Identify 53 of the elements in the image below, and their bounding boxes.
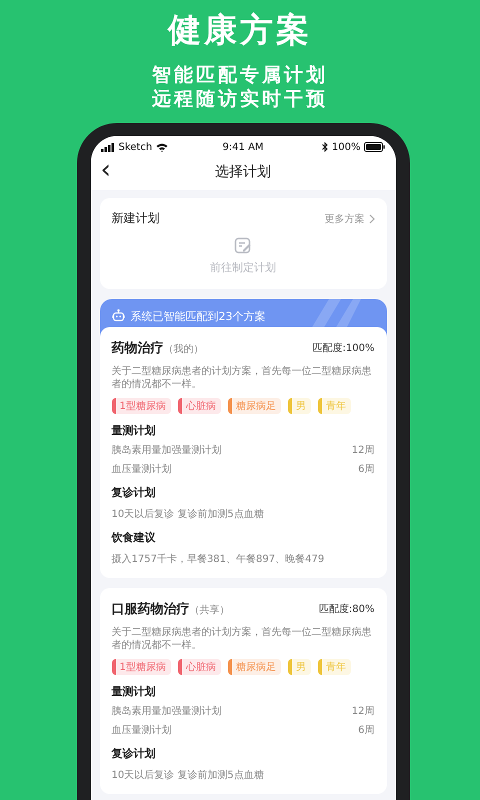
chevron-right-icon xyxy=(368,214,374,224)
tag-label: 男 xyxy=(296,400,306,413)
tag-label: 男 xyxy=(296,661,306,674)
plan-duration: 12周 xyxy=(352,444,374,457)
plan-item: 胰岛素用量加强量测计划 xyxy=(112,444,222,457)
plan-duration: 6周 xyxy=(358,724,374,737)
match-rate: 匹配度:80% xyxy=(318,602,374,616)
tag-label: 心脏病 xyxy=(186,400,216,413)
tag-label: 1型糖尿病 xyxy=(120,400,166,413)
section-title: 饮食建议 xyxy=(112,530,156,545)
plan-title: 口服药物治疗 xyxy=(112,600,190,618)
section-title: 复诊计划 xyxy=(112,746,156,761)
tag-label: 糖尿病足 xyxy=(236,660,276,674)
plan-card[interactable]: 药物治疗（我的） 匹配度:100% 关于二型糖尿病患者的计划方案，首先每一位二型糖尿病患者的情况都不一样。 1型糖尿病 心脏病 糖尿病足 男 青年 量测计划 胰岛素用量加强量测计划 12周 血压量测计划 6周 复诊计划 10天以后复诊 复诊前加测5点血糖 饮食建议 摄入1757千卡，早餐381、午餐897、晚餐479 xyxy=(100,327,386,578)
tag-label: 糖尿病足 xyxy=(236,400,276,413)
section-title: 量测计划 xyxy=(112,423,156,438)
plan-item: 胰岛素用量加强量测计划 xyxy=(112,704,222,718)
banner-text: 系统已智能匹配到23个方案 xyxy=(130,309,266,324)
screen-title: 选择计划 xyxy=(215,163,271,181)
section-text: 10天以后复诊 复诊前加测5点血糖 xyxy=(112,508,265,521)
plan-description: 关于二型糖尿病患者的计划方案，首先每一位二型糖尿病患者的情况都不一样。 xyxy=(112,365,372,391)
plan-card[interactable]: 口服药物治疗（共享） 匹配度:80% 关于二型糖尿病患者的计划方案，首先每一位二型糖尿病患者的情况都不一样。 1型糖尿病 心脏病 糖尿病足 男 青年 量测计划 胰岛素用量加强量测计划 12周 血压量测计划 6周 复诊计划 10天以后复诊 复诊前加测5点血糖 xyxy=(100,588,386,794)
signal-icon xyxy=(100,142,114,152)
carrier-name: Sketch xyxy=(118,142,152,152)
bluetooth-icon xyxy=(322,142,328,152)
subtitle-line: 远程随访实时干预 xyxy=(152,87,328,111)
tag-label: 青年 xyxy=(326,660,346,674)
page-title: 健康方案 xyxy=(168,9,312,51)
plan-owner: （共享） xyxy=(190,604,230,617)
tag-label: 心脏病 xyxy=(186,660,216,674)
plan-duration: 6周 xyxy=(358,463,374,476)
wifi-icon xyxy=(156,142,168,152)
edit-note-icon xyxy=(234,237,252,255)
robot-icon xyxy=(112,309,124,322)
back-button[interactable]: ‹ xyxy=(96,156,115,184)
battery-icon xyxy=(364,142,386,152)
match-rate: 匹配度:100% xyxy=(312,342,374,355)
section-title: 量测计划 xyxy=(112,684,156,699)
section-text: 10天以后复诊 复诊前加测5点血糖 xyxy=(112,768,265,782)
plan-item: 血压量测计划 xyxy=(112,462,172,476)
status-time: 9:41 AM xyxy=(222,142,264,152)
tag-label: 青年 xyxy=(326,400,346,413)
tag-label: 1型糖尿病 xyxy=(120,660,166,674)
section-text: 摄入1757千卡，早餐381、午餐897、晚餐479 xyxy=(112,552,326,566)
plan-description: 关于二型糖尿病患者的计划方案，首先每一位二型糖尿病患者的情况都不一样。 xyxy=(112,626,372,652)
section-title: 复诊计划 xyxy=(112,485,156,500)
plan-item: 血压量测计划 xyxy=(112,724,172,737)
plan-duration: 12周 xyxy=(352,705,374,718)
subtitle-line: 智能匹配专属计划 xyxy=(152,63,328,87)
plan-title: 药物治疗 xyxy=(112,340,164,357)
battery-level: 100% xyxy=(332,142,360,152)
card-title: 新建计划 xyxy=(112,210,160,227)
plan-owner: （我的） xyxy=(164,342,204,356)
